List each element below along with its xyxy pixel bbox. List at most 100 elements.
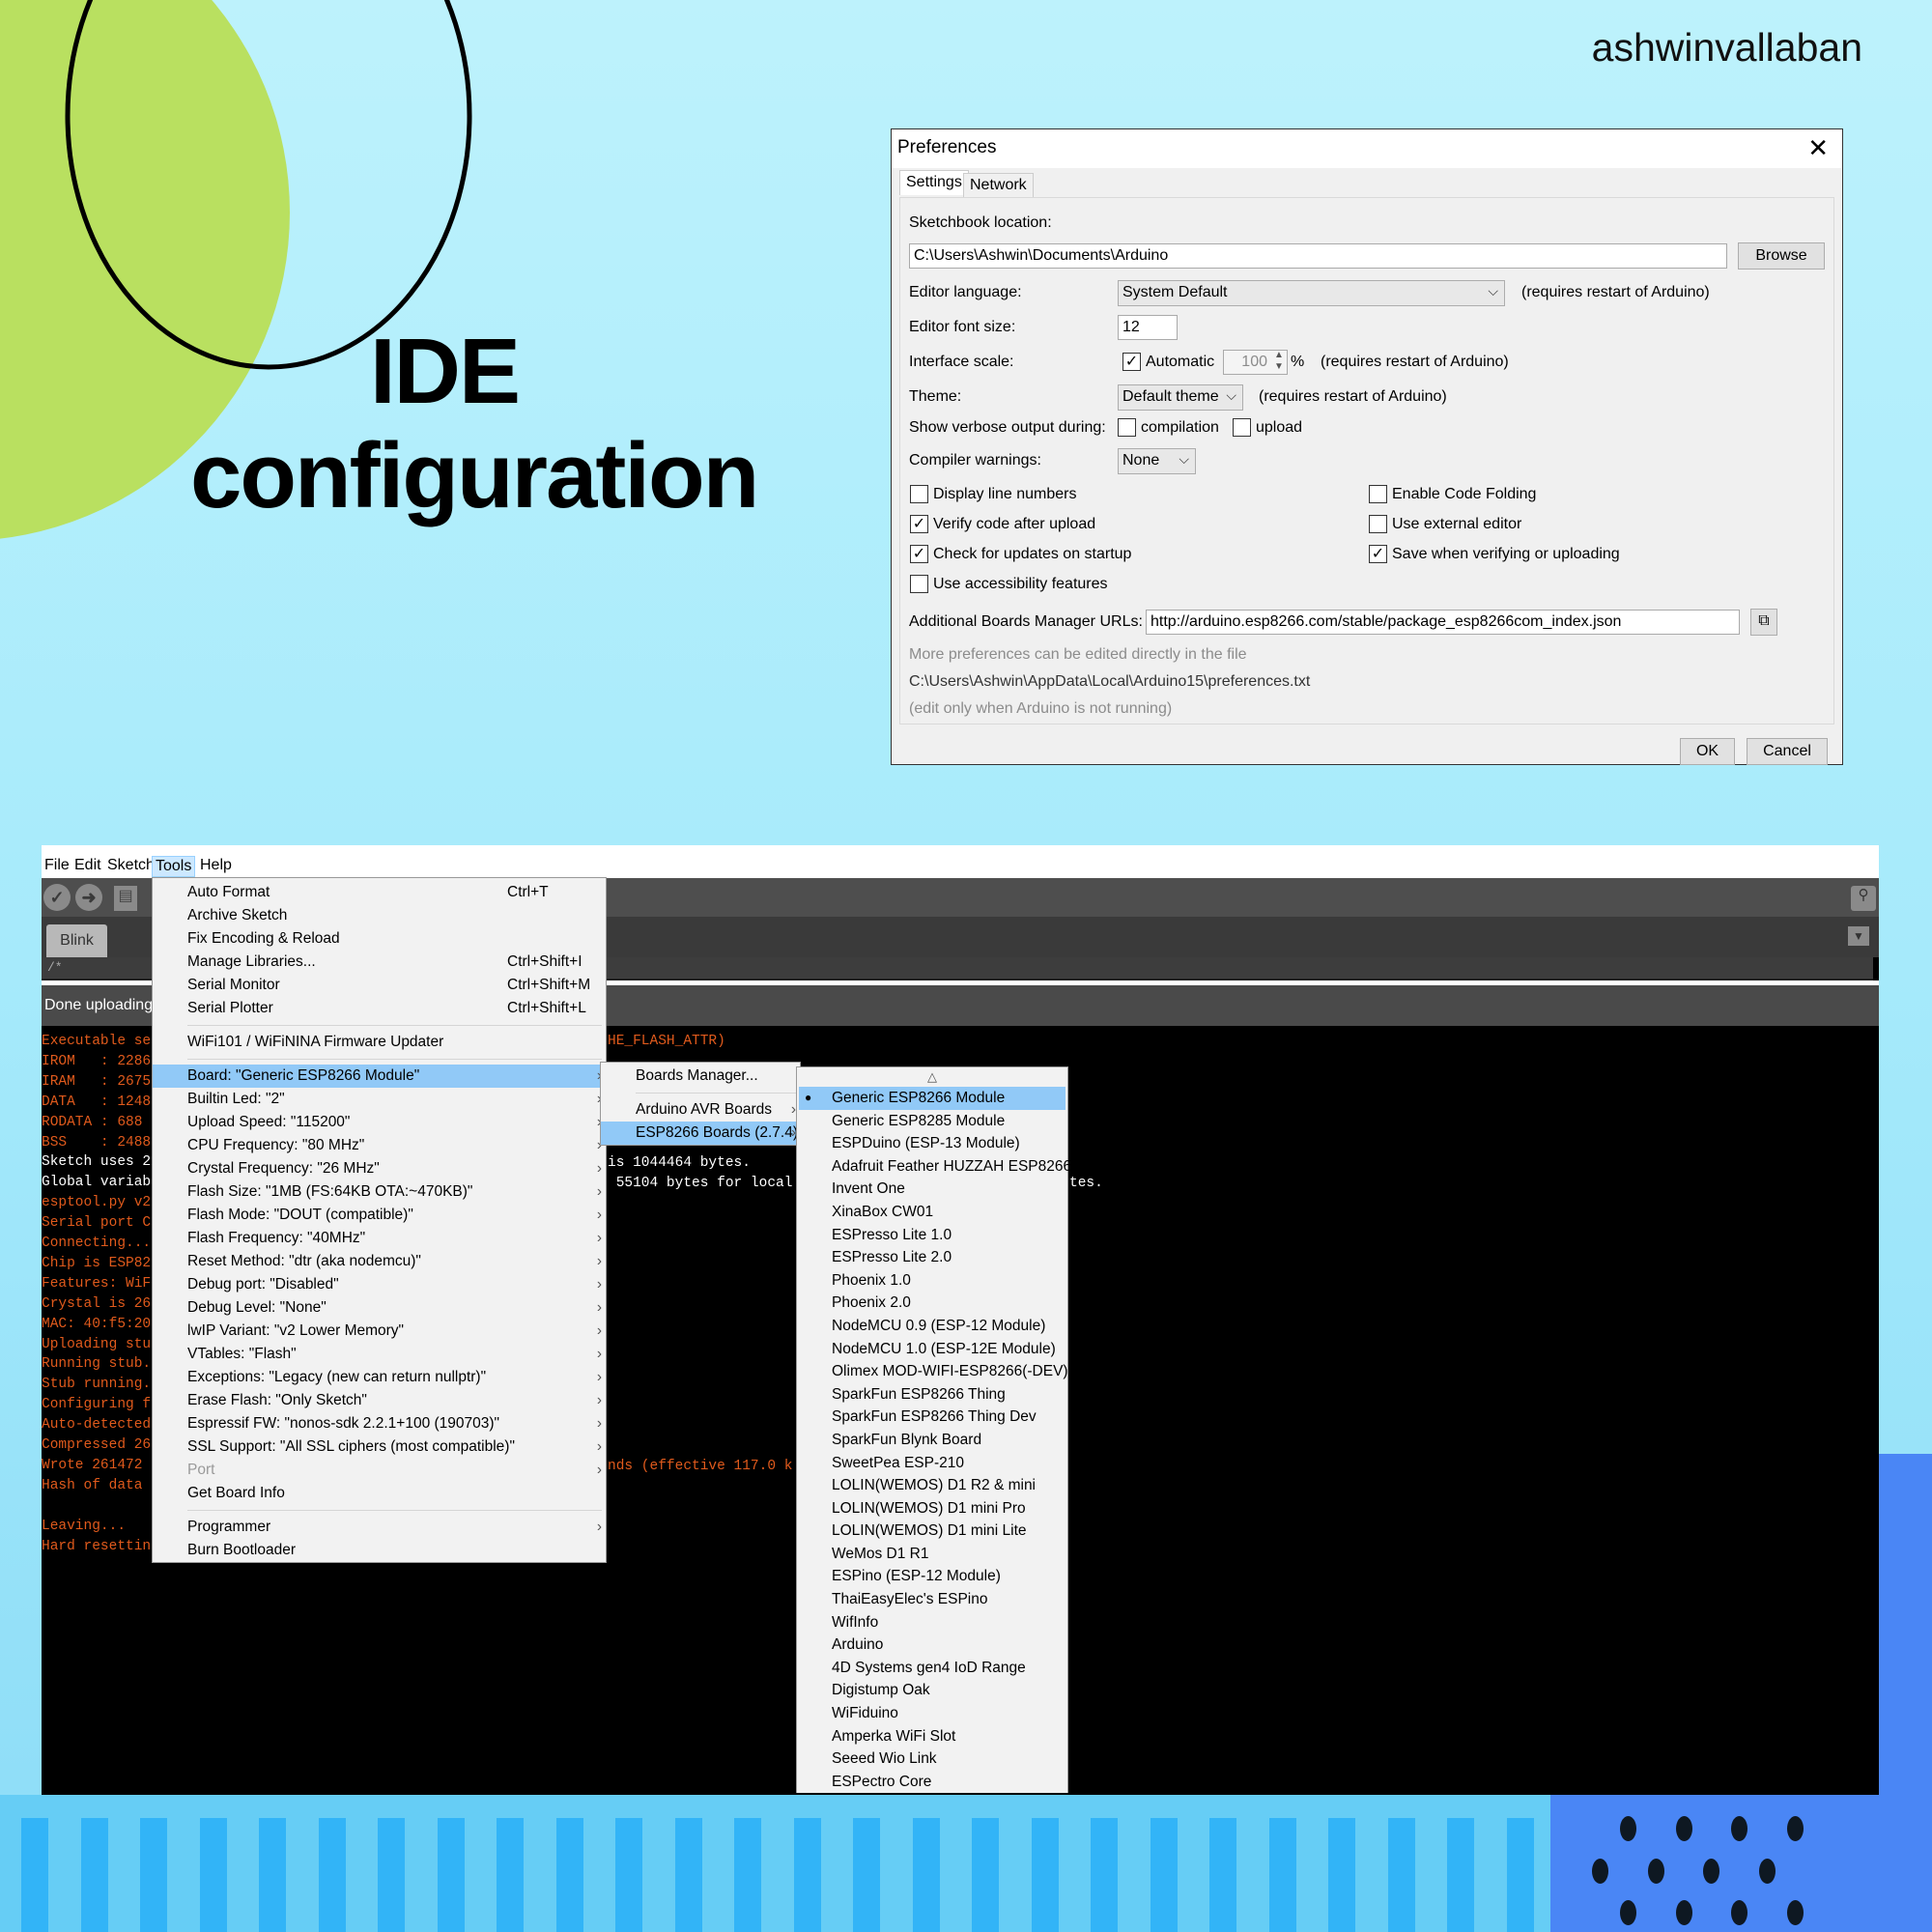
- menu-item[interactable]: Fix Encoding & Reload: [153, 927, 606, 951]
- menu-item[interactable]: Debug port: "Disabled" ›: [153, 1273, 606, 1296]
- menu-help[interactable]: Help: [197, 856, 235, 877]
- theme-select[interactable]: Default theme ⌵: [1118, 384, 1243, 411]
- board-option[interactable]: SparkFun ESP8266 Thing Dev: [799, 1406, 1065, 1429]
- menu-item[interactable]: WiFi101 / WiFiNINA Firmware Updater: [153, 1031, 606, 1054]
- menu-item[interactable]: ESP8266 Boards (2.7.4) ›: [601, 1122, 800, 1145]
- board-option[interactable]: Olimex MOD-WIFI-ESP8266(-DEV): [799, 1360, 1068, 1383]
- tab-menu-chevron-down-icon[interactable]: ▼: [1848, 926, 1869, 946]
- menu-item[interactable]: Builtin Led: "2"›: [153, 1088, 606, 1111]
- option-checkbox[interactable]: ✓: [910, 515, 928, 533]
- urls-input[interactable]: http://arduino.esp8266.com/stable/packag…: [1146, 610, 1740, 635]
- option-checkbox[interactable]: [1369, 515, 1387, 533]
- menu-item[interactable]: Boards Manager...: [601, 1065, 800, 1088]
- board-option[interactable]: ESPectro Core: [799, 1771, 1065, 1794]
- language-select[interactable]: System Default ⌵: [1118, 280, 1505, 306]
- menu-edit[interactable]: Edit: [71, 856, 104, 877]
- board-option[interactable]: 4D Systems gen4 IoD Range: [799, 1657, 1065, 1680]
- menu-item[interactable]: Manage Libraries... Ctrl+Shift+I: [153, 951, 606, 974]
- warnings-select[interactable]: None ⌵: [1118, 448, 1196, 474]
- menu-item[interactable]: SSL Support: "All SSL ciphers (most comp…: [153, 1435, 606, 1459]
- board-option[interactable]: Arduino: [799, 1634, 1065, 1657]
- menu-item[interactable]: Arduino AVR Boards ›: [601, 1098, 800, 1122]
- menu-item[interactable]: Espressif FW: "nonos-sdk 2.2.1+100 (1907…: [153, 1412, 606, 1435]
- new-file-icon[interactable]: ▤: [114, 886, 137, 911]
- menu-item[interactable]: Flash Mode: "DOUT (compatible)" ›: [153, 1204, 606, 1227]
- menu-item[interactable]: Auto Format Ctrl+T: [153, 881, 606, 904]
- menu-item[interactable]: Debug Level: "None" ›: [153, 1296, 606, 1320]
- cancel-button[interactable]: Cancel: [1747, 738, 1828, 765]
- menu-item[interactable]: Upload Speed: "115200"›: [153, 1111, 606, 1134]
- board-option[interactable]: SparkFun Blynk Board: [799, 1429, 1065, 1452]
- board-option[interactable]: WeMos D1 R1: [799, 1543, 1065, 1566]
- option-checkbox[interactable]: [910, 485, 928, 503]
- board-option[interactable]: Seeed Wio Link: [799, 1747, 1065, 1771]
- tab-network[interactable]: Network: [963, 173, 1034, 198]
- verbose-compilation-checkbox[interactable]: [1118, 418, 1136, 437]
- menu-tools[interactable]: Tools: [152, 856, 196, 877]
- board-option[interactable]: LOLIN(WEMOS) D1 mini Pro: [799, 1497, 1065, 1520]
- menu-item[interactable]: Get Board Info: [153, 1482, 606, 1505]
- board-option[interactable]: Generic ESP8285 Module: [799, 1110, 1065, 1133]
- option-checkbox[interactable]: [910, 575, 928, 593]
- browse-button[interactable]: Browse: [1738, 242, 1825, 270]
- menu-item[interactable]: Serial Plotter Ctrl+Shift+L: [153, 997, 606, 1020]
- upload-icon[interactable]: ➜: [75, 884, 102, 911]
- menu-item[interactable]: Erase Flash: "Only Sketch" ›: [153, 1389, 606, 1412]
- menu-item[interactable]: CPU Frequency: "80 MHz"›: [153, 1134, 606, 1157]
- board-option[interactable]: Phoenix 2.0: [799, 1292, 1065, 1315]
- board-option[interactable]: Adafruit Feather HUZZAH ESP8266: [799, 1155, 1071, 1179]
- board-option[interactable]: LOLIN(WEMOS) D1 mini Lite: [799, 1520, 1065, 1543]
- menu-item[interactable]: Serial Monitor Ctrl+Shift+M: [153, 974, 606, 997]
- board-option[interactable]: ESPresso Lite 2.0: [799, 1246, 1065, 1269]
- board-option[interactable]: NodeMCU 1.0 (ESP-12E Module): [799, 1338, 1065, 1361]
- option-checkbox[interactable]: [1369, 485, 1387, 503]
- menu-item[interactable]: Board: "Generic ESP8266 Module"›: [153, 1065, 606, 1088]
- board-option[interactable]: ● Generic ESP8266 Module: [799, 1087, 1065, 1110]
- tab-blink[interactable]: Blink: [46, 924, 107, 957]
- board-option[interactable]: Digistump Oak: [799, 1679, 1065, 1702]
- ok-button[interactable]: OK: [1680, 738, 1735, 765]
- tab-settings[interactable]: Settings: [899, 170, 969, 195]
- board-option[interactable]: Amperka WiFi Slot: [799, 1725, 1065, 1748]
- board-option[interactable]: WifInfo: [799, 1611, 1065, 1634]
- menu-item[interactable]: lwIP Variant: "v2 Lower Memory" ›: [153, 1320, 606, 1343]
- edit-urls-window-icon[interactable]: ⧉: [1750, 609, 1777, 636]
- option-checkbox[interactable]: ✓: [1369, 545, 1387, 563]
- spinner-arrows-icon[interactable]: ▲ ▼: [1274, 350, 1284, 373]
- automatic-checkbox[interactable]: ✓: [1122, 353, 1141, 371]
- option-checkbox[interactable]: ✓: [910, 545, 928, 563]
- menu-sketch[interactable]: Sketch: [104, 856, 157, 877]
- sketchbook-input[interactable]: C:\Users\Ashwin\Documents\Arduino: [909, 243, 1727, 269]
- board-option[interactable]: XinaBox CW01: [799, 1201, 1065, 1224]
- board-option[interactable]: LOLIN(WEMOS) D1 R2 & mini: [799, 1474, 1065, 1497]
- board-option[interactable]: ESPresso Lite 1.0: [799, 1224, 1065, 1247]
- menu-item[interactable]: Archive Sketch: [153, 904, 606, 927]
- board-option[interactable]: ESPDuino (ESP-13 Module): [799, 1132, 1065, 1155]
- board-option[interactable]: Invent One: [799, 1178, 1065, 1201]
- font-size-input[interactable]: 12: [1118, 315, 1178, 340]
- menu-item[interactable]: Burn Bootloader: [153, 1539, 606, 1562]
- menu-item[interactable]: Crystal Frequency: "26 MHz" ›: [153, 1157, 606, 1180]
- board-option[interactable]: Phoenix 1.0: [799, 1269, 1065, 1293]
- board-option[interactable]: SparkFun ESP8266 Thing: [799, 1383, 1065, 1406]
- menu-file[interactable]: File: [42, 856, 72, 877]
- menu-item[interactable]: Programmer ›: [153, 1516, 606, 1539]
- serial-monitor-search-icon[interactable]: ⚲: [1851, 886, 1876, 911]
- urls-label: Additional Boards Manager URLs:: [909, 613, 1143, 630]
- scroll-up-icon[interactable]: △: [797, 1067, 1067, 1087]
- prefs-file-path: C:\Users\Ashwin\AppData\Local\Arduino15\…: [909, 673, 1311, 690]
- menu-item[interactable]: Reset Method: "dtr (aka nodemcu)" ›: [153, 1250, 606, 1273]
- board-option[interactable]: WiFiduino: [799, 1702, 1065, 1725]
- board-option[interactable]: ThaiEasyElec's ESPino: [799, 1588, 1065, 1611]
- menu-item[interactable]: Flash Frequency: "40MHz" ›: [153, 1227, 606, 1250]
- menu-item[interactable]: Flash Size: "1MB (FS:64KB OTA:~470KB)" ›: [153, 1180, 606, 1204]
- menu-item[interactable]: VTables: "Flash" ›: [153, 1343, 606, 1366]
- board-option[interactable]: NodeMCU 0.9 (ESP-12 Module): [799, 1315, 1065, 1338]
- verify-icon[interactable]: ✓: [43, 884, 71, 911]
- board-option[interactable]: ESPino (ESP-12 Module): [799, 1565, 1065, 1588]
- board-option[interactable]: SweetPea ESP-210: [799, 1452, 1065, 1475]
- verbose-upload-checkbox[interactable]: [1233, 418, 1251, 437]
- menu-item[interactable]: Port ›: [153, 1459, 606, 1482]
- close-icon[interactable]: ✕: [1807, 133, 1829, 163]
- menu-item[interactable]: Exceptions: "Legacy (new can return null…: [153, 1366, 606, 1389]
